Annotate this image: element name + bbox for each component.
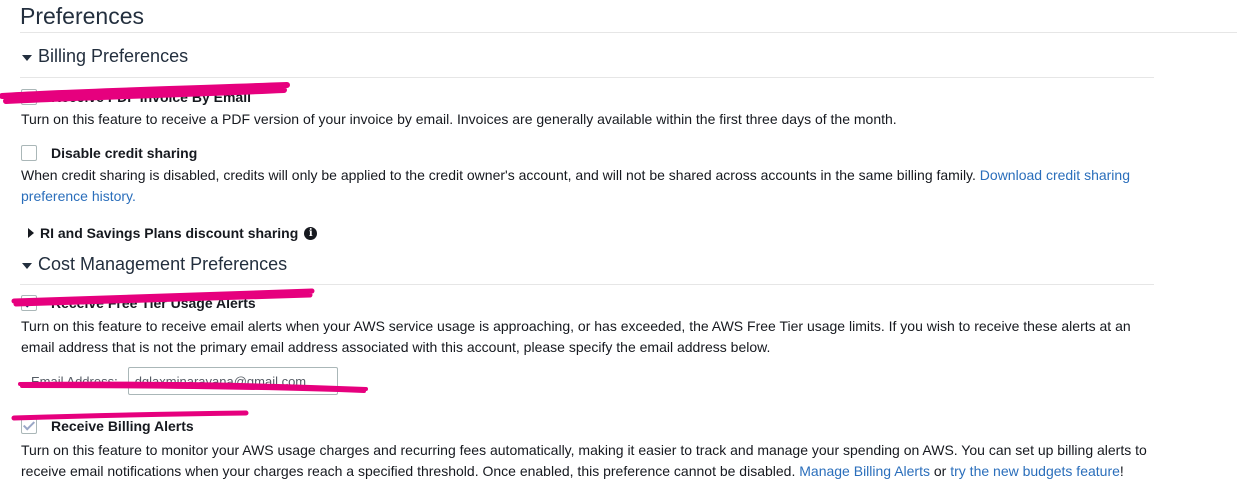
- billing-alerts-description: Turn on this feature to monitor your AWS…: [21, 440, 1151, 482]
- billing-divider: [20, 77, 1154, 78]
- caret-down-icon: [22, 262, 32, 269]
- credit-sharing-label: Disable credit sharing: [51, 145, 198, 161]
- free-tier-alerts-label: Receive Free Tier Usage Alerts: [51, 295, 256, 311]
- page-title: Preferences: [20, 3, 145, 29]
- free-tier-alerts-option[interactable]: Receive Free Tier Usage Alerts: [21, 295, 256, 311]
- billing-preferences-heading: Billing Preferences: [38, 46, 189, 66]
- ri-discount-sharing-label: RI and Savings Plans discount sharing: [40, 225, 299, 241]
- credit-sharing-description: When credit sharing is disabled, credits…: [21, 165, 1151, 207]
- info-icon[interactable]: i: [304, 226, 318, 240]
- preferences-page: Preferences Billing Preferences Receive …: [0, 0, 1237, 490]
- free-tier-alerts-checkbox[interactable]: [21, 295, 37, 311]
- billing-alerts-option[interactable]: Receive Billing Alerts: [21, 418, 194, 434]
- exclaim-text: !: [1119, 463, 1124, 479]
- credit-sharing-text: When credit sharing is disabled, credits…: [21, 167, 976, 183]
- pdf-invoice-checkbox[interactable]: [21, 89, 37, 105]
- credit-sharing-checkbox[interactable]: [21, 145, 37, 161]
- free-tier-alerts-description: Turn on this feature to receive email al…: [21, 318, 1131, 355]
- credit-sharing-option[interactable]: Disable credit sharing: [21, 145, 197, 161]
- cost-management-heading: Cost Management Preferences: [38, 254, 288, 274]
- email-address-input[interactable]: [127, 367, 338, 395]
- ri-discount-sharing-toggle[interactable]: RI and Savings Plans discount sharing i: [28, 225, 318, 241]
- email-address-label: Email Address:: [31, 373, 118, 389]
- annotation-strokes: [0, 82, 368, 421]
- title-divider: [20, 32, 1237, 33]
- cost-divider: [20, 284, 1154, 285]
- email-address-row: Email Address:: [31, 367, 338, 395]
- budgets-feature-link[interactable]: try the new budgets feature: [950, 463, 1120, 479]
- billing-alerts-checkbox[interactable]: [21, 418, 37, 434]
- pdf-invoice-label: Receive PDF Invoice By Email: [51, 89, 251, 105]
- cost-management-toggle[interactable]: Cost Management Preferences: [22, 254, 287, 275]
- or-text: or: [933, 463, 947, 479]
- pdf-invoice-option[interactable]: Receive PDF Invoice By Email: [21, 89, 251, 105]
- billing-alerts-label: Receive Billing Alerts: [51, 418, 194, 434]
- billing-preferences-toggle[interactable]: Billing Preferences: [22, 46, 188, 67]
- caret-down-icon: [22, 54, 32, 61]
- caret-right-icon: [28, 228, 34, 238]
- manage-billing-alerts-link[interactable]: Manage Billing Alerts: [799, 463, 930, 479]
- pdf-invoice-description: Turn on this feature to receive a PDF ve…: [21, 111, 897, 127]
